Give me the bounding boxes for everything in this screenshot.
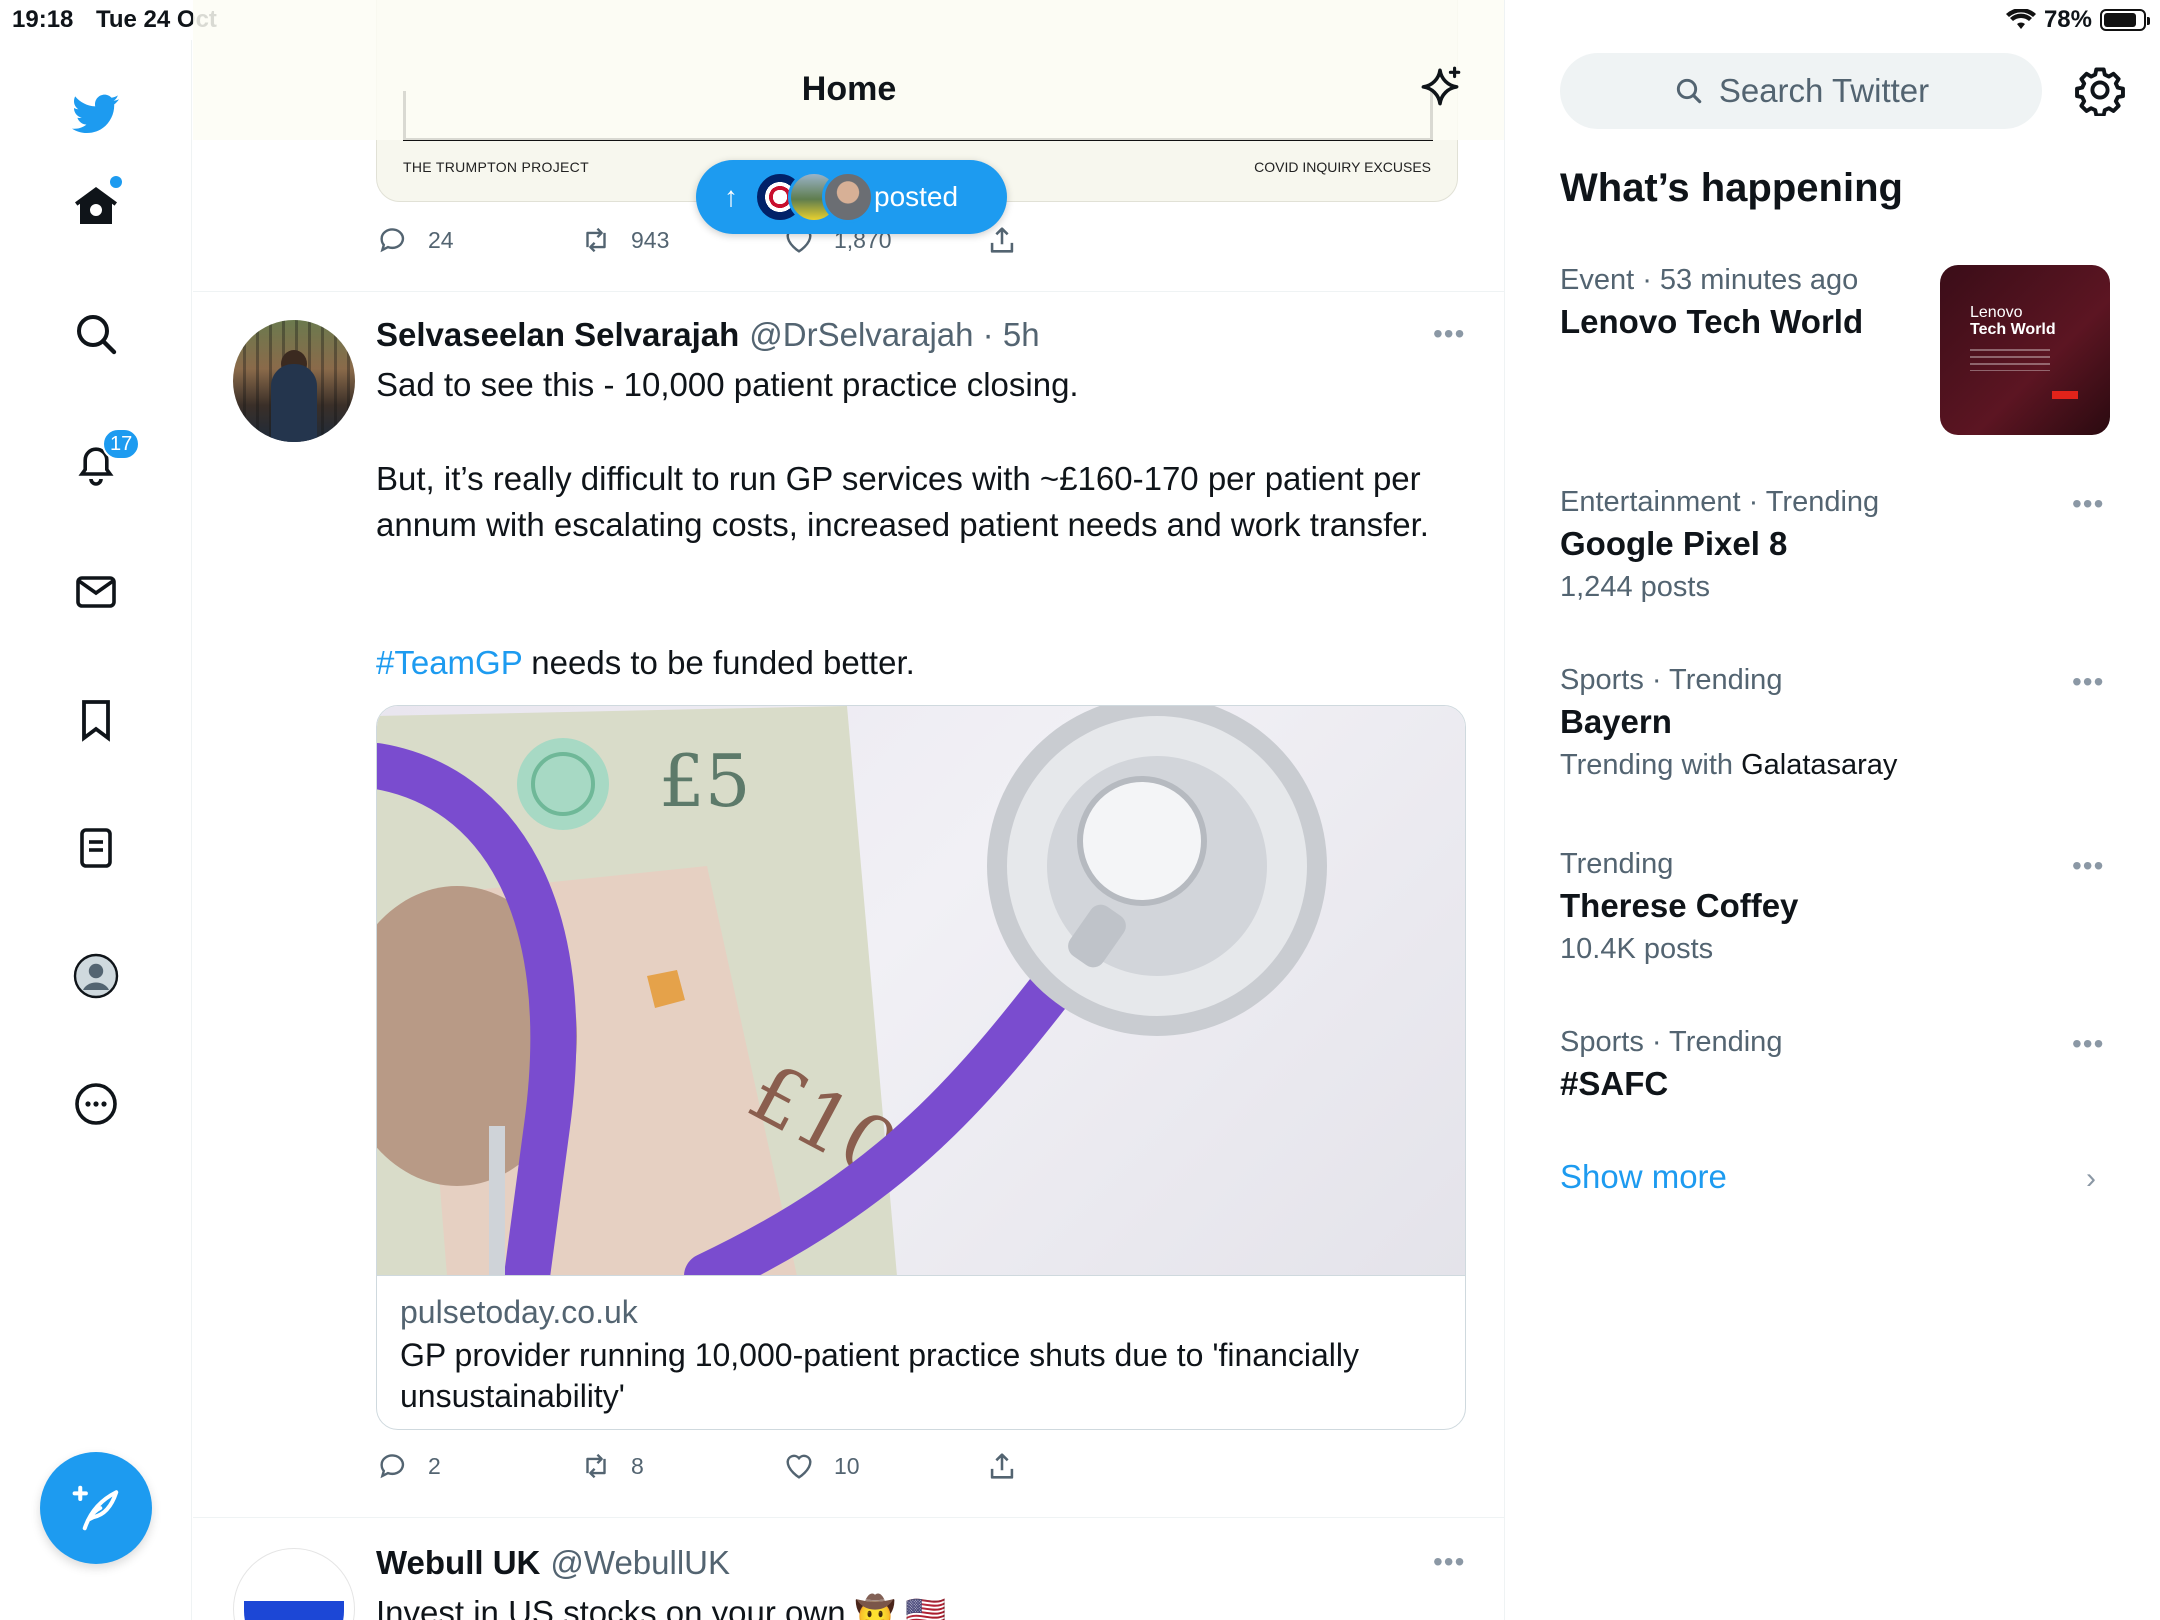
settings-gear-icon[interactable] — [2074, 64, 2126, 116]
notifications-badge: 17 — [102, 428, 141, 460]
author-handle-time: @DrSelvarajah · 5h — [749, 316, 1040, 353]
trend-more-icon[interactable]: ••• — [2072, 666, 2104, 698]
author-handle: @WebullUK — [550, 1544, 731, 1581]
right-sidebar: Search Twitter What’s happening Event · … — [1506, 0, 2160, 1620]
retweet-icon — [586, 1453, 606, 1479]
trend-category: Sports · Trending — [1560, 664, 1783, 696]
whats-happening-title: What’s happening — [1560, 166, 1903, 210]
heart-icon — [786, 1454, 812, 1479]
card-topic-label: COVID INQUIRY EXCUSES — [1254, 159, 1431, 175]
share-button[interactable] — [985, 1449, 1188, 1483]
reply-icon — [380, 1454, 405, 1479]
reply-button[interactable]: 2 — [376, 1449, 579, 1483]
profile-avatar-icon[interactable] — [70, 950, 122, 1002]
retweet-count: 8 — [631, 1452, 644, 1479]
retweet-button[interactable]: 8 — [579, 1449, 782, 1483]
link-preview-card[interactable]: £5 £10 pulsetoday.co.uk GP provider runn… — [376, 705, 1466, 1430]
trend-post-count: 10.4K posts — [1560, 933, 1714, 965]
like-button[interactable]: 10 — [782, 1449, 985, 1483]
tweet-author[interactable]: Webull UK @WebullUK — [376, 1544, 730, 1582]
card-source-label: THE TRUMPTON PROJECT — [403, 159, 589, 175]
new-posts-pill[interactable]: ↑ posted — [696, 160, 1007, 234]
poster-avatar — [822, 171, 874, 223]
event-thumb-line1: Lenovo — [1970, 304, 2023, 321]
svg-text:£5: £5 — [659, 739, 751, 823]
page-title: Home — [801, 70, 897, 108]
reply-button[interactable]: 24 — [376, 223, 579, 257]
lists-icon[interactable] — [70, 822, 122, 874]
sparkle-timeline-icon[interactable] — [1415, 64, 1465, 114]
share-button[interactable] — [985, 223, 1188, 257]
link-preview-image: £5 £10 — [377, 706, 1465, 1276]
trend-title: Therese Coffey — [1560, 887, 1799, 924]
trend-more-icon[interactable]: ••• — [2072, 850, 2104, 882]
tweet-line-3: #TeamGP needs to be funded better. — [376, 640, 1436, 686]
link-meta: pulsetoday.co.uk GP provider running 10,… — [400, 1294, 1440, 1417]
pill-avatars — [754, 171, 874, 223]
author-avatar[interactable] — [233, 320, 355, 442]
trend-title: Bayern — [1560, 703, 1672, 740]
link-title: GP provider running 10,000-patient pract… — [400, 1337, 1359, 1414]
trend-more-icon[interactable]: ••• — [2072, 488, 2104, 520]
author-name[interactable]: Webull UK — [376, 1544, 540, 1581]
trend-item[interactable]: Trending Therese Coffey 10.4K posts — [1560, 848, 2120, 966]
trend-more-icon[interactable]: ••• — [2072, 1028, 2104, 1060]
search-placeholder: Search Twitter — [1718, 72, 1930, 109]
hashtag-link[interactable]: #TeamGP — [376, 644, 522, 681]
compose-tweet-button[interactable] — [40, 1452, 152, 1564]
tweet-more-icon[interactable]: ••• — [1433, 318, 1465, 350]
trend-category: Trending — [1560, 848, 1674, 880]
home-unread-dot — [110, 176, 122, 188]
more-options-icon[interactable] — [70, 1078, 122, 1130]
share-icon — [990, 227, 1014, 253]
reply-count: 24 — [428, 226, 454, 253]
tweet-line-3-text: needs to be funded better. — [522, 644, 915, 681]
posted-label: posted — [874, 181, 959, 212]
like-count: 10 — [834, 1452, 860, 1479]
reply-icon — [380, 228, 405, 253]
search-icon — [1676, 78, 1702, 104]
twitter-logo-icon[interactable] — [70, 88, 122, 140]
home-timeline: THE TRUMPTON PROJECT COVID INQUIRY EXCUS… — [193, 0, 1505, 1620]
retweet-count: 943 — [631, 226, 670, 253]
tweet-divider — [193, 291, 1504, 292]
tweet-author[interactable]: Selvaseelan Selvarajah @DrSelvarajah · 5h — [376, 316, 1040, 354]
reply-count: 2 — [428, 1452, 441, 1479]
explore-search-icon[interactable] — [70, 308, 122, 360]
event-thumbnail[interactable]: Lenovo Tech World — [1940, 265, 2110, 435]
share-icon — [990, 1453, 1014, 1479]
trend-category: Sports · Trending — [1560, 1026, 1783, 1058]
messages-icon[interactable] — [70, 566, 122, 618]
trend-post-count: 1,244 posts — [1560, 571, 1710, 603]
timeline-header: Home — [193, 0, 1504, 140]
show-more-link[interactable]: Show more — [1560, 1158, 1727, 1196]
chevron-right-icon: › — [2086, 1162, 2096, 1195]
compose-feather-icon — [72, 1485, 119, 1531]
trend-item[interactable]: Sports · Trending #SAFC — [1560, 1026, 2120, 1103]
tweet-paragraph-2: But, it’s really difficult to run GP ser… — [376, 460, 1429, 543]
left-nav: 17 — [0, 40, 192, 1620]
tweet-text: Invest in US stocks on your own 🤠 🇺🇸 — [376, 1594, 947, 1620]
trend-title: Google Pixel 8 — [1560, 525, 1788, 562]
trend-item[interactable]: Sports · Trending Bayern Trending with G… — [1560, 664, 2120, 782]
author-avatar[interactable] — [233, 1548, 355, 1620]
trend-item[interactable]: Entertainment · Trending Google Pixel 8 … — [1560, 486, 2120, 604]
event-thumb-line2: Tech World — [1970, 321, 2056, 338]
trend-subtitle: Trending with Galatasaray — [1560, 749, 1898, 781]
tweet-actions: 2 8 10 — [376, 1446, 1188, 1486]
status-time: 19:18 — [12, 6, 74, 33]
retweet-icon — [586, 227, 606, 253]
arrow-up-icon: ↑ — [724, 181, 738, 212]
link-domain: pulsetoday.co.uk — [400, 1294, 638, 1330]
author-name[interactable]: Selvaseelan Selvarajah — [376, 316, 739, 353]
bookmarks-icon[interactable] — [70, 694, 122, 746]
tweet-line-1: Sad to see this - 10,000 patient practic… — [376, 366, 1079, 403]
trend-title: #SAFC — [1560, 1065, 1669, 1102]
tweet-divider — [193, 1517, 1504, 1518]
search-input[interactable]: Search Twitter — [1560, 53, 2042, 129]
tweet-more-icon[interactable]: ••• — [1433, 1546, 1465, 1578]
trend-category: Entertainment · Trending — [1560, 486, 1880, 518]
